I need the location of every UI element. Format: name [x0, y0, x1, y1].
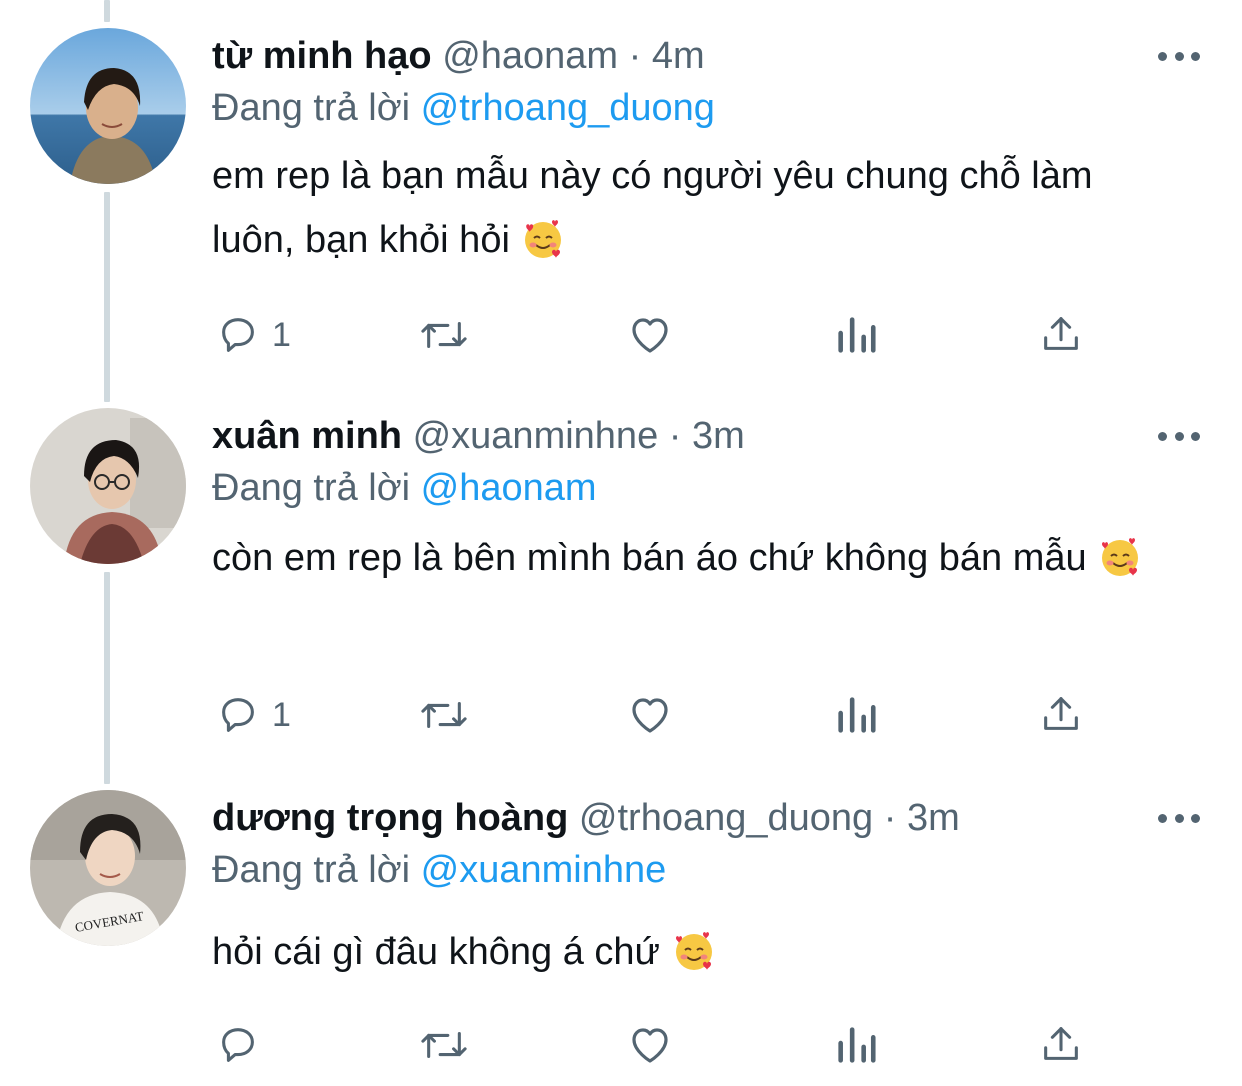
retweet-icon	[421, 701, 467, 729]
author-name[interactable]: xuân minh	[212, 415, 402, 457]
retweet-button[interactable]	[416, 692, 472, 738]
thread-line-top	[104, 0, 110, 22]
replying-to: Đang trả lời @trhoang_duong	[212, 86, 715, 130]
retweet-icon	[421, 321, 467, 349]
views-button[interactable]	[834, 312, 878, 358]
tweet-text-content: em rep là bạn mẫu này có người yêu chung…	[212, 155, 1093, 261]
smiling-face-with-hearts-icon	[675, 932, 712, 970]
separator: ·	[883, 797, 897, 839]
share-icon	[1044, 697, 1078, 730]
retweet-button[interactable]	[416, 1022, 472, 1068]
tweet-header: dương trọng hoàng @trhoang_duong · 3m	[212, 796, 960, 840]
thread-line-1	[104, 192, 110, 402]
share-icon	[1044, 1027, 1078, 1060]
avatar[interactable]	[30, 28, 186, 184]
reply-mention[interactable]: @haonam	[421, 467, 597, 509]
tweet-header: xuân minh @xuanminhne · 3m	[212, 414, 745, 458]
share-button[interactable]	[1038, 1020, 1084, 1068]
tweet-text: em rep là bạn mẫu này có người yêu chung…	[212, 144, 1172, 272]
tweet-text: còn em rep là bên mình bán áo chứ không …	[212, 526, 1172, 590]
views-icon	[838, 1027, 876, 1063]
views-button[interactable]	[834, 1022, 878, 1068]
separator: ·	[668, 415, 682, 457]
like-icon	[632, 1028, 668, 1063]
views-icon	[838, 697, 876, 733]
more-icon[interactable]	[1158, 808, 1200, 828]
avatar[interactable]	[30, 408, 186, 564]
author-handle[interactable]: @trhoang_duong	[579, 797, 873, 839]
tweet-header: từ minh hạo @haonam · 4m	[212, 34, 705, 78]
author-handle[interactable]: @xuanminhne	[413, 415, 659, 457]
like-icon	[632, 698, 668, 733]
reply-button[interactable]: 1	[214, 312, 291, 358]
reply-icon	[222, 1028, 254, 1062]
reply-count: 1	[272, 695, 291, 734]
share-icon	[1044, 317, 1078, 350]
reply-prefix: Đang trả lời	[212, 849, 411, 891]
author-name[interactable]: dương trọng hoàng	[212, 797, 568, 839]
reply-count: 1	[272, 315, 291, 354]
separator: ·	[628, 35, 642, 77]
author-name[interactable]: từ minh hạo	[212, 35, 432, 77]
share-button[interactable]	[1038, 310, 1084, 358]
more-icon[interactable]	[1158, 46, 1200, 66]
more-icon[interactable]	[1158, 426, 1200, 446]
smiling-face-with-hearts-icon	[525, 220, 562, 258]
like-button[interactable]	[626, 1020, 674, 1068]
smiling-face-with-hearts-icon	[1102, 538, 1139, 576]
timestamp[interactable]: 3m	[907, 797, 960, 839]
views-button[interactable]	[834, 692, 878, 738]
reply-button[interactable]: 1	[214, 692, 291, 738]
reply-icon	[222, 318, 254, 352]
reply-prefix: Đang trả lời	[212, 467, 411, 509]
avatar[interactable]: COVERNAT	[30, 790, 186, 946]
like-button[interactable]	[626, 690, 674, 738]
reply-prefix: Đang trả lời	[212, 87, 411, 129]
tweet-text: hỏi cái gì đâu không á chứ	[212, 920, 1172, 984]
author-handle[interactable]: @haonam	[442, 35, 618, 77]
thread-line-2	[104, 572, 110, 784]
timestamp[interactable]: 3m	[692, 415, 745, 457]
tweet-text-content: hỏi cái gì đâu không á chứ	[212, 931, 660, 973]
share-button[interactable]	[1038, 690, 1084, 738]
retweet-icon	[421, 1031, 467, 1059]
reply-icon	[222, 698, 254, 732]
views-icon	[838, 317, 876, 353]
tweet-text-content: còn em rep là bên mình bán áo chứ không …	[212, 537, 1087, 579]
replying-to: Đang trả lời @xuanminhne	[212, 848, 666, 892]
like-button[interactable]	[626, 310, 674, 358]
like-icon	[632, 318, 668, 353]
reply-mention[interactable]: @xuanminhne	[421, 849, 667, 891]
reply-mention[interactable]: @trhoang_duong	[421, 87, 715, 129]
retweet-button[interactable]	[416, 312, 472, 358]
replying-to: Đang trả lời @haonam	[212, 466, 597, 510]
reply-button[interactable]	[214, 1022, 272, 1068]
timestamp[interactable]: 4m	[652, 35, 705, 77]
